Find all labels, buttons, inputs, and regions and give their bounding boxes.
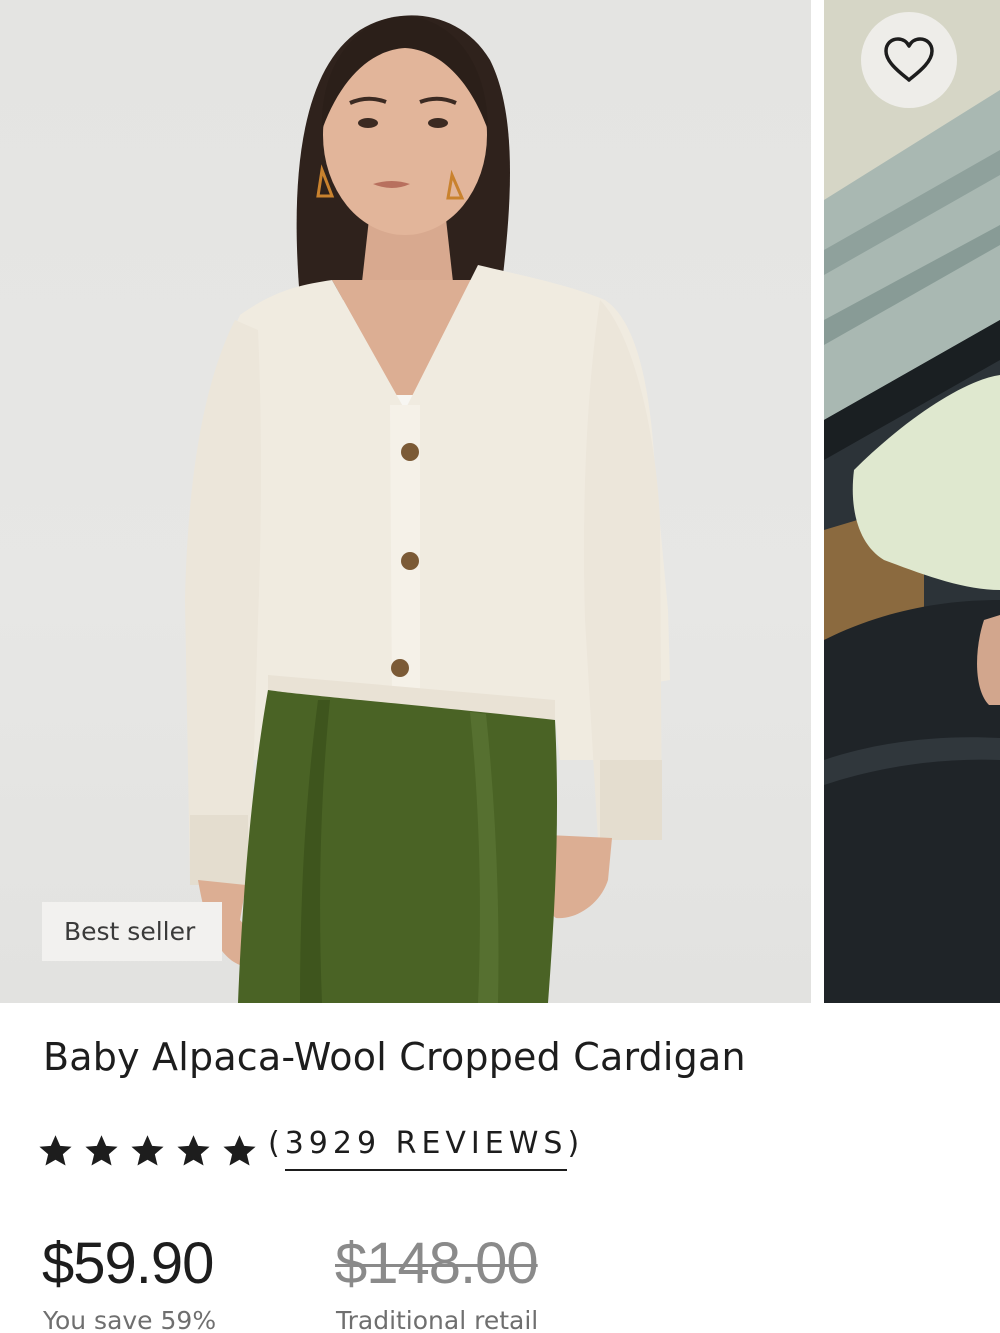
retail-price: $148.00 (335, 1231, 539, 1296)
best-seller-badge: Best seller (42, 902, 222, 961)
model-photo (185, 15, 670, 1003)
product-image-carousel[interactable]: Best seller (0, 0, 1000, 1003)
product-image-main[interactable]: Best seller (0, 0, 811, 1003)
reviews-close-paren: ) (567, 1126, 585, 1161)
star-icon (39, 1135, 72, 1166)
product-image-next[interactable] (824, 0, 1000, 1003)
retail-label: Traditional retail (336, 1306, 539, 1333)
star-icon (223, 1135, 256, 1166)
reviews-link[interactable]: (3929 REVIEWS) (268, 1126, 584, 1171)
star-rating (37, 1133, 258, 1169)
rating-row: (3929 REVIEWS) (37, 1126, 584, 1178)
sale-price: $59.90 (42, 1231, 214, 1296)
lifestyle-photo (824, 0, 1000, 1003)
star-icon (131, 1135, 164, 1166)
favorite-button[interactable] (861, 12, 957, 108)
reviews-count[interactable]: 3929 REVIEWS (284, 1126, 568, 1171)
star-icon (177, 1135, 210, 1166)
heart-outline-icon (884, 37, 934, 82)
product-card[interactable]: Best seller Baby Alpaca-Wool Cropped Car… (0, 0, 1000, 1333)
savings-text: You save 59% (43, 1306, 217, 1333)
star-icon (85, 1135, 118, 1166)
product-title[interactable]: Baby Alpaca-Wool Cropped Cardigan (43, 1035, 746, 1079)
reviews-open-paren: ( (268, 1126, 285, 1161)
